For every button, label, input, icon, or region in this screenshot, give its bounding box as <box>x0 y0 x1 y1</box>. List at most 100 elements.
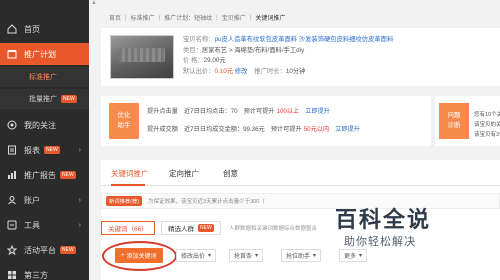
promo-duration: 10分钟 <box>285 67 306 75</box>
new-badge: NEW <box>60 246 76 254</box>
product-title-label: 宝贝名称： <box>183 36 215 43</box>
subtab-keywords[interactable]: 关键词（66） <box>101 221 155 235</box>
optimize-row: 提升成交额 近7日日均成交金额：99.36元 预计可提升 50元以内 立即提升 <box>147 124 360 133</box>
sidebar-item-third-party[interactable]: 第三方 <box>0 264 89 280</box>
breadcrumb-current: 关键词推广 <box>255 16 286 22</box>
product-card: 宝贝名称：pu皮人造革布纹软包皮革面料 沙发装饰硬包皮料细纹仿皮革面料 类目：居… <box>101 28 500 86</box>
add-keyword-button[interactable]: + 添加关键词 <box>102 241 177 271</box>
optimize-delta: 50元以内 <box>303 126 330 133</box>
sidebar-item-watch[interactable]: 我的关注 <box>0 114 89 136</box>
optimize-now-link[interactable]: 立即提升 <box>335 124 360 133</box>
product-title-link[interactable]: pu皮人造革布纹软包皮革面料 沙发装饰硬包皮料细纹仿皮革面料 <box>214 36 393 43</box>
chevron-right-icon: › <box>78 146 81 154</box>
breadcrumb-item[interactable]: 首页 <box>109 13 121 22</box>
third-party-icon <box>5 268 19 280</box>
new-badge: NEW <box>60 171 76 179</box>
chevron-down-icon: ▾ <box>255 253 259 259</box>
chevron-right-icon: › <box>78 196 81 204</box>
dropdown-label: 抢位助手 <box>286 254 311 260</box>
subtab-note: 人群数据和关键词数据综合数据整合 <box>229 226 318 232</box>
tab-targeted-promo[interactable]: 定向推广 <box>169 168 199 179</box>
sidebar-item-label: 我的关注 <box>24 120 56 130</box>
optimize-badge: 优化 助手 <box>109 103 139 139</box>
sidebar-item-label: 首页 <box>24 24 40 34</box>
optimize-desc: 近7日日均成交金额：99.36元 <box>183 126 265 133</box>
tip-text: 为保证效果，该宝贝近3天累计点击量少于300（ <box>148 199 265 205</box>
breadcrumb-separator: | <box>249 14 252 21</box>
sidebar-subitem-label: 标准推广 <box>29 74 57 81</box>
optimize-desc: 近7日日均点击：70 <box>183 108 238 115</box>
sidebar: 首页 推广计划 标准推广 批量推广 NEW 我的关注 报表 NEW › 推广报告… <box>0 0 89 280</box>
dropdown-label: 抢首条 <box>234 254 253 260</box>
sidebar-item-home[interactable]: 首页 <box>0 18 89 40</box>
chart-icon <box>5 168 19 182</box>
optimize-action: 提升点击量 <box>147 108 178 115</box>
sidebar-item-activity[interactable]: 活动平台 NEW <box>0 239 89 261</box>
sidebar-item-label: 活动平台 <box>24 245 56 255</box>
plus-icon: + <box>121 252 125 259</box>
default-bid-label: 默认出价： <box>183 67 215 75</box>
edit-bid-link[interactable]: 修改 <box>235 68 248 75</box>
breadcrumb-item[interactable]: 宝贝推广 <box>222 13 246 22</box>
default-bid: 0.10元 <box>214 67 234 75</box>
new-badge: NEW <box>61 95 77 103</box>
edit-bid-dropdown[interactable]: 修改出价 ▾ <box>176 249 217 262</box>
diagnosis-badge: 问题 诊断 <box>439 103 469 139</box>
tab-creative[interactable]: 创意 <box>223 168 238 179</box>
add-keyword-label: 添加关键词 <box>126 254 157 260</box>
breadcrumb-item[interactable]: 推广计划：短袖纹 <box>164 13 212 22</box>
breadcrumb-separator: | <box>158 14 161 21</box>
dropdown-label: 修改出价 <box>181 254 206 260</box>
subtab-label: 精选人群 <box>168 226 194 233</box>
top-rank-dropdown[interactable]: 抢首条 ▾ <box>229 249 264 262</box>
optimize-now-link[interactable]: 立即提升 <box>305 106 330 115</box>
breadcrumb-separator: | <box>125 14 127 21</box>
sidebar-item-label: 报表 <box>24 145 40 155</box>
diagnosis-badge-text: 问题 诊断 <box>447 112 461 129</box>
chevron-right-icon: › <box>78 221 81 229</box>
product-info: 宝贝名称：pu皮人造革布纹软包皮革面料 沙发装饰硬包皮料细纹仿皮革面料 类目：居… <box>183 35 393 77</box>
sidebar-item-label: 第三方 <box>24 270 48 280</box>
tab-keyword-promo[interactable]: 关键词推广 <box>111 168 149 179</box>
sidebar-item-report[interactable]: 报表 NEW › <box>0 139 89 161</box>
plan-icon <box>5 47 19 61</box>
subtab-selected-crowd[interactable]: 精选人群 NEW <box>161 221 221 235</box>
new-badge: NEW <box>44 146 60 154</box>
sidebar-item-promo-report[interactable]: 推广报告 NEW <box>0 164 89 186</box>
sidebar-item-tools[interactable]: 工具 › <box>0 214 89 236</box>
product-thumbnail[interactable] <box>110 35 174 79</box>
sidebar-subitem-batch[interactable]: 批量推广 NEW <box>0 89 89 109</box>
optimize-predict: 预计可提升 <box>243 108 275 115</box>
chevron-down-icon: ▾ <box>313 253 317 259</box>
optimize-action: 提升成交额 <box>147 126 178 133</box>
diagnosis-text: 您有10个关键词 该宝贝的关键词 该宝贝有3个 <box>474 110 500 140</box>
watermark: 百科全说 助你轻松解决 <box>335 202 465 257</box>
breadcrumb-separator: | <box>216 14 218 21</box>
rank-helper-dropdown[interactable]: 抢位助手 ▾ <box>281 249 322 262</box>
diagnosis-line: 您有10个关键词 <box>474 112 500 118</box>
keyword-recommend-badge[interactable]: 新词推荐(荐) <box>106 196 143 206</box>
diagnosis-line: 该宝贝的关键词 <box>474 122 500 128</box>
diagnosis-line: 该宝贝有3个 <box>474 132 500 138</box>
product-category: 居家布艺 > 海绵垫/布料/面料/手工diy <box>201 46 305 54</box>
sidebar-item-label: 推广报告 <box>24 170 56 180</box>
promo-duration-label: 推广时长： <box>254 67 286 75</box>
tab-underline <box>111 184 145 186</box>
home-icon <box>5 22 19 36</box>
optimize-assistant: 优化 助手 提升点击量 近7日日均点击：70 预计可提升 100以上 立即提升 提… <box>101 96 431 146</box>
product-category-label: 类目： <box>183 46 202 54</box>
sidebar-item-plan[interactable]: 推广计划 <box>0 43 89 65</box>
sidebar-subitem-label: 批量推广 <box>29 96 57 103</box>
watermark-title: 百科全说 <box>335 207 432 232</box>
sidebar-subitem-standard[interactable]: 标准推广 <box>0 67 89 87</box>
chevron-down-icon: ▾ <box>208 253 212 259</box>
tool-icon <box>5 218 19 232</box>
report-icon <box>5 143 19 157</box>
watch-icon <box>5 118 19 132</box>
sidebar-item-label: 工具 <box>24 220 40 230</box>
new-badge: NEW <box>198 224 214 232</box>
tab-bar: 关键词推广 定向推广 创意 <box>101 160 500 186</box>
breadcrumb-item[interactable]: 标准推广 <box>131 13 155 22</box>
product-price-label: 价 格： <box>183 57 204 64</box>
sidebar-item-account[interactable]: 账户 › <box>0 189 89 211</box>
